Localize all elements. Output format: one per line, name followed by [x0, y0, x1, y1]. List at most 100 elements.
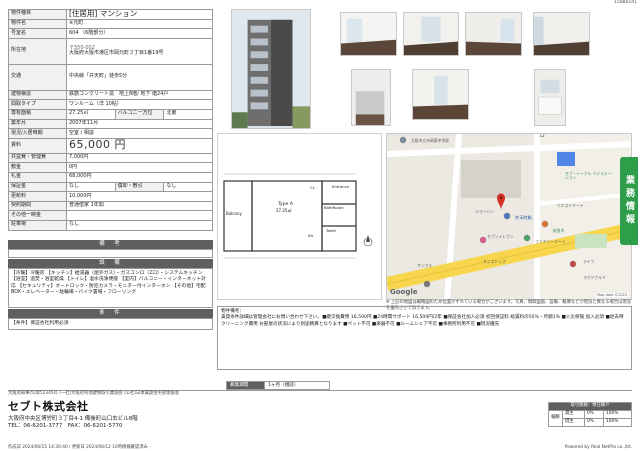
type-label: 物件種目	[8, 9, 67, 20]
renewal-label: 更新料	[8, 191, 67, 202]
map-label-mcdonalds: マクドナルド	[583, 275, 606, 280]
building-exterior-image	[232, 10, 310, 128]
room-photo-2[interactable]	[403, 12, 459, 56]
balcony-label: バルコニー方位	[114, 109, 165, 120]
parking-label: 駐車場	[8, 219, 67, 231]
map-label-joshin: ジョーシン	[475, 209, 494, 214]
document-id: 15886541	[614, 0, 637, 5]
plan-room-label: Type A	[278, 202, 293, 207]
license-text: 大阪府知事(5)第52345号 (一社)大阪府宅地建物取引業協会 (公社)日本賃…	[8, 391, 179, 396]
powered-by: Powered by Real NetPro co.,ltd.	[564, 445, 632, 450]
plan-closet-label: CL	[310, 185, 315, 190]
broker-row2-total: 100%	[603, 418, 632, 427]
area-label: 専有面積	[8, 109, 67, 120]
conditions-text: 【条件】保証会社利用必須	[8, 318, 213, 330]
built-label: 築年月	[8, 118, 67, 130]
type-value: [住居用] マンション	[66, 9, 213, 20]
washroom-photo[interactable]	[534, 69, 566, 126]
name-label: 物件名	[8, 18, 67, 30]
recruitment-period: 募集期間 1ヶ月（相談）	[226, 381, 330, 390]
room-photo-4[interactable]	[533, 12, 590, 56]
room-photo-1[interactable]	[340, 12, 397, 56]
parking-value: なし	[66, 219, 213, 231]
plan-balcony-label: Balcony	[226, 211, 242, 216]
floor-plan[interactable]: Balcony Type A 27.25㎡ Entrance BathRoom …	[217, 133, 382, 300]
deposit-value: 0円	[66, 162, 213, 173]
room-image-1	[341, 13, 396, 55]
room-image-4	[534, 13, 589, 55]
address-value: 大阪府大阪市港区市岡元町３丁目1番19号	[69, 50, 164, 57]
access-label: 交通	[8, 63, 67, 91]
broker-row2-share: 0%	[583, 418, 605, 427]
status-label: 現況/入居時期	[8, 128, 67, 139]
contract-label: 契約期間	[8, 200, 67, 212]
location-map[interactable]: 大阪市立市岡東中学校 セブ・トーナル ベイステーション ジョーシン 弁天町駅 フ…	[386, 133, 632, 300]
map-label-baystation: セブ・トーナル ベイステーション	[565, 171, 612, 181]
room-photo-5[interactable]	[412, 69, 469, 120]
map-label-school: 大阪市立市岡東中学校	[411, 138, 449, 143]
room-label: 号室名	[8, 28, 67, 39]
fee-value: 7,000円	[66, 152, 213, 164]
room-photo-3[interactable]	[465, 12, 522, 56]
conditions-band: 条 件	[8, 309, 213, 318]
guarantee-value: なし	[66, 181, 116, 193]
floor-plan-drawing	[223, 173, 373, 259]
created-date: 作成日 2024/06/15 14:30:40 / 更新日 2024/06/12…	[8, 445, 148, 450]
company-contact: TEL：06-6201-3777 FAX：06-6201-5770	[8, 422, 123, 429]
broker-row1-share: 0%	[583, 410, 605, 419]
map-label-sunkus: サンクス	[417, 263, 433, 268]
other-fee-value	[66, 210, 213, 221]
balcony-value: 北東	[163, 109, 213, 120]
remarks-band: 備 考	[8, 240, 213, 249]
washroom-image	[535, 70, 565, 125]
map-credit: Map data ©2024	[596, 293, 628, 298]
amortize-label: 償却・敷引	[114, 181, 165, 193]
company-name: セブト株式会社	[8, 399, 89, 413]
rent-label: 賃料	[8, 137, 67, 154]
layout-value: ワンルーム（洋 10帖）	[66, 99, 213, 110]
fee-label: 共益費・管理費	[8, 152, 67, 164]
map-label-station: 弁天町駅	[515, 215, 532, 220]
address-label: 所在地	[8, 37, 67, 65]
broker-fee-label: 報酬	[548, 410, 563, 427]
room-value: 604 （6階部分）	[66, 28, 213, 39]
map-label-ministop: ミニストップ	[483, 259, 506, 264]
map-label-sakura: 桜並木	[553, 228, 565, 233]
company-address: 大阪府中央区博労町３丁目4-1 備後町山口玄ビル8階	[8, 415, 138, 422]
building-exterior-photo[interactable]	[231, 9, 311, 129]
agency-footer: 大阪府知事(5)第52345号 (一社)大阪府宅地建物取引業協会 (公社)日本賃…	[8, 390, 632, 451]
business-info-tab[interactable]: 業務情報	[620, 157, 638, 245]
layout-label: 間取タイプ	[8, 99, 67, 110]
structure-label: 建物構造	[8, 89, 67, 101]
remarks-empty-box	[8, 249, 213, 258]
plan-room-area: 27.25㎡	[276, 208, 292, 213]
guarantee-label: 保証金	[8, 181, 67, 193]
other-fee-label: その他一時金	[8, 210, 67, 221]
property-remarks-box: 物件備考： 賃貸条件詳細は管理会社にお問い合わせ下さい。■鍵交換費用 16,50…	[217, 306, 632, 370]
period-value: 1ヶ月（相談）	[264, 381, 330, 390]
period-label: 募集期間	[226, 381, 265, 390]
property-spec-table: 物件種目 [住居用] マンション 物件名 ※元町 号室名 604 （6階部分） …	[8, 9, 213, 231]
deposit-label: 敷金	[8, 162, 67, 173]
key-money-value: 68,000円	[66, 171, 213, 183]
contract-value: 普通借家 1年間	[66, 200, 213, 212]
broker-row1-party: 貸主	[562, 410, 585, 419]
plan-bath-label: BathRoom	[324, 205, 344, 210]
name-value: ※元町	[66, 18, 213, 30]
renewal-value: 10,000円	[66, 191, 213, 202]
amortize-value: なし	[163, 181, 213, 193]
facilities-band: 設 備	[8, 259, 213, 268]
transaction-type: 取引態様：専任媒介	[548, 402, 632, 411]
broker-row1-total: 100%	[603, 410, 632, 419]
plan-toilet-label: Toilet	[326, 228, 336, 233]
plan-kitchen-label: Kit	[308, 233, 314, 238]
room-image-5	[413, 70, 468, 119]
access-value: 中央線「弁天町」徒歩5分	[66, 63, 213, 91]
transaction-type-table: 取引態様：専任媒介 報酬 貸主 0% 100% 借主 0% 100%	[548, 402, 632, 427]
room-image-3	[466, 13, 521, 55]
rent-value: 65,000 円	[66, 137, 213, 154]
kitchen-photo[interactable]	[351, 69, 391, 126]
google-logo[interactable]: Google	[390, 288, 418, 296]
map-label-7eleven: セブンイレブン	[487, 234, 514, 239]
plan-entrance-label: Entrance	[332, 184, 350, 189]
